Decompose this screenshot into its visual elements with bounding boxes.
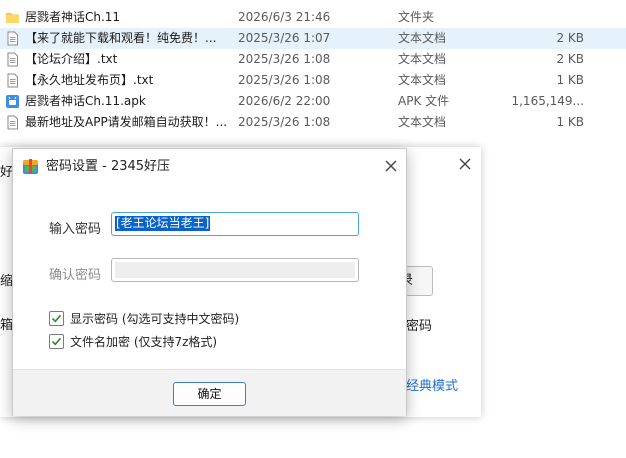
file-date: 2026/6/2 22:00 [238,94,331,108]
confirm-password-label: 确认密码 [49,268,102,283]
file-size: 2 KB [556,31,584,45]
file-name: 最新地址及APP请发邮箱自动获取！... [25,115,228,129]
show-password-checkbox[interactable] [49,311,64,326]
file-row-4[interactable]: 居戮者神话Ch.11.apk 2026/6/2 22:00 APK 文件 1,1… [0,91,626,112]
folder-icon [5,10,20,25]
checkmark-icon [51,337,62,346]
file-row-1[interactable]: 【来了就能下载和观看！纯免费！... 2025/3/26 1:07 文本文档 2… [0,28,626,49]
password-label: 输入密码 [49,222,102,237]
text-file-icon [5,52,20,67]
file-name: 居戮者神话Ch.11.apk [25,94,146,108]
confirm-password-value [115,262,355,278]
dialog-title: 密码设置 - 2345好压 [46,159,171,174]
password-settings-dialog: 密码设置 - 2345好压 输入密码 [老王论坛当老王] 确认密码 显示密码 (… [12,148,407,416]
file-date: 2025/3/26 1:07 [238,31,331,45]
encrypt-filenames-label: 文件名加密 (仅支持7z格式) [70,335,218,349]
file-date: 2025/3/26 1:08 [238,73,331,87]
file-size: 2 KB [556,52,584,66]
dialog-titlebar[interactable]: 密码设置 - 2345好压 [13,149,406,183]
background-password-label: 密码 [406,319,433,334]
text-file-icon [5,31,20,46]
file-date: 2025/3/26 1:08 [238,115,331,129]
file-name: 【论坛介绍】.txt [25,52,118,66]
dialog-footer: 确定 [13,369,406,416]
checkmark-icon [51,314,62,323]
file-row-5[interactable]: 最新地址及APP请发邮箱自动获取！... 2025/3/26 1:08 文本文档… [0,112,626,133]
file-name: 【永久地址发布页】.txt [25,73,154,87]
text-file-icon [5,73,20,88]
close-icon[interactable] [456,155,474,173]
file-list: 居戮者神话Ch.11 2026/6/3 21:46 文件夹 【来了就能下载和观看… [0,7,626,133]
text-file-icon [5,115,20,130]
classic-mode-link[interactable]: 经典模式 [406,375,458,394]
file-size: 1 KB [556,73,584,87]
file-type: 文件夹 [398,10,435,24]
file-size: 1,165,149... [511,94,584,108]
file-size: 1 KB [556,115,584,129]
app-logo-icon [23,159,38,174]
password-input[interactable]: [老王论坛当老王] [111,212,359,236]
file-row-3[interactable]: 【永久地址发布页】.txt 2025/3/26 1:08 文本文档 1 KB [0,70,626,91]
file-name: 居戮者神话Ch.11 [25,10,121,24]
file-date: 2025/3/26 1:08 [238,52,331,66]
password-value: [老王论坛当老王] [115,216,211,231]
encrypt-filenames-checkbox[interactable] [49,334,64,349]
ok-button[interactable]: 确定 [173,382,246,406]
confirm-password-input[interactable] [111,258,359,282]
show-password-label: 显示密码 (勾选可支持中文密码) [70,312,240,326]
file-row-0[interactable]: 居戮者神话Ch.11 2026/6/3 21:46 文件夹 [0,7,626,28]
file-date: 2026/6/3 21:46 [238,10,331,24]
apk-file-icon [5,94,20,109]
close-icon[interactable] [382,157,400,175]
background-button[interactable]: 录 [405,266,433,296]
file-name: 【来了就能下载和观看！纯免费！... [25,31,217,45]
file-row-2[interactable]: 【论坛介绍】.txt 2025/3/26 1:08 文本文档 2 KB [0,49,626,70]
